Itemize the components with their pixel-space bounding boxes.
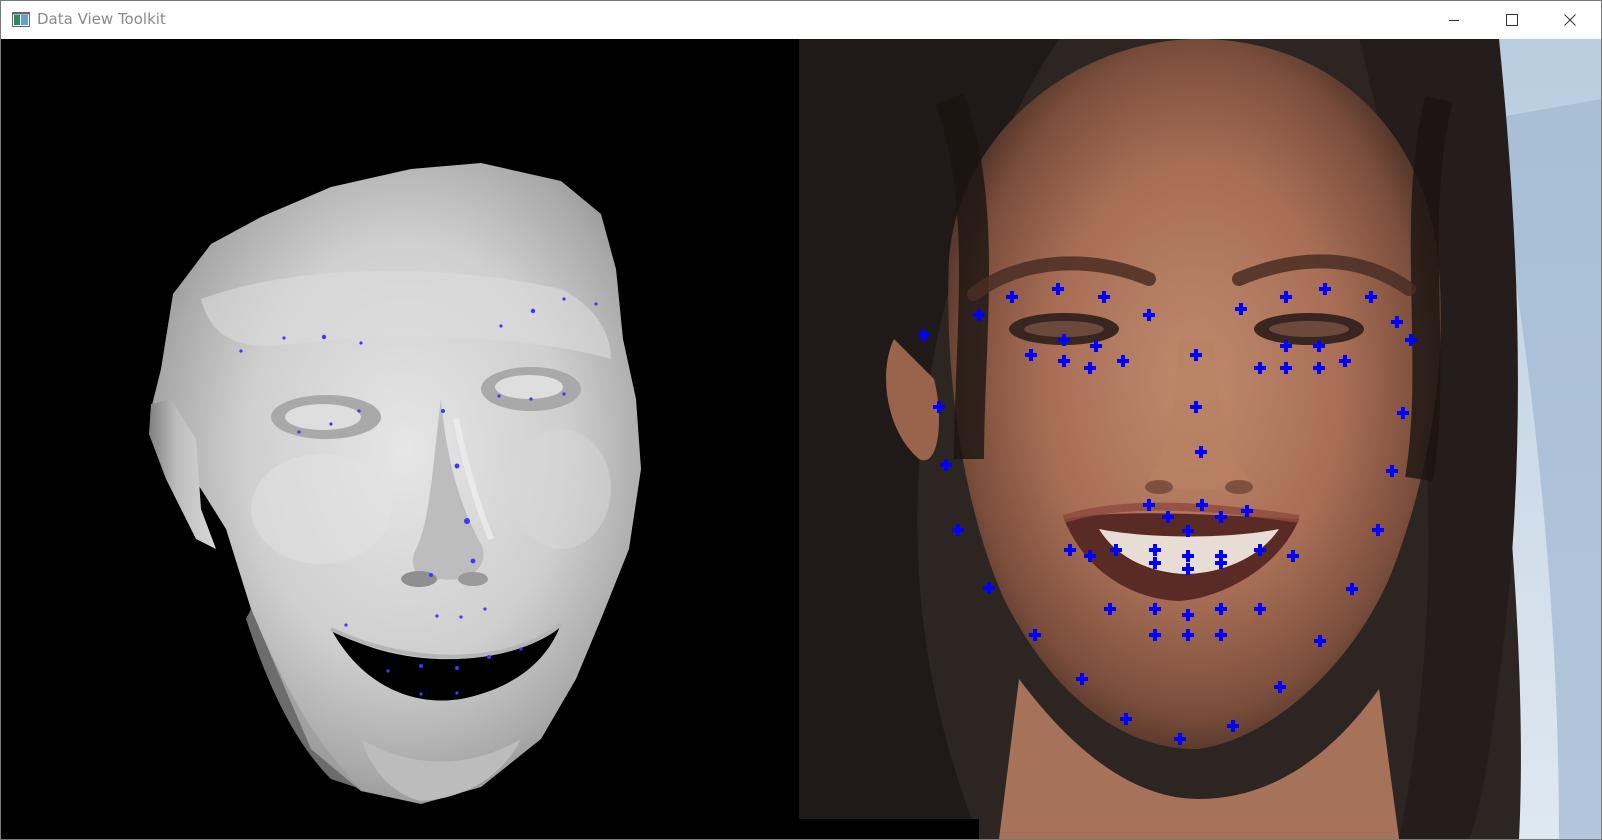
app-window: Data View Toolkit <box>0 0 1602 840</box>
maximize-icon <box>1506 14 1518 26</box>
window-title: Data View Toolkit <box>37 10 166 28</box>
title-bar[interactable]: Data View Toolkit <box>1 1 1601 39</box>
face-mesh-render <box>149 163 641 804</box>
photo-view[interactable] <box>799 39 1601 839</box>
maximize-button[interactable] <box>1483 1 1541 39</box>
app-icon <box>12 12 30 27</box>
face-photo <box>799 39 1601 839</box>
minimize-button[interactable] <box>1425 1 1483 39</box>
mesh-view[interactable] <box>1 39 799 839</box>
minimize-icon <box>1449 20 1459 21</box>
close-icon <box>1564 14 1576 26</box>
close-button[interactable] <box>1541 1 1599 39</box>
viewer-content <box>1 39 1601 839</box>
